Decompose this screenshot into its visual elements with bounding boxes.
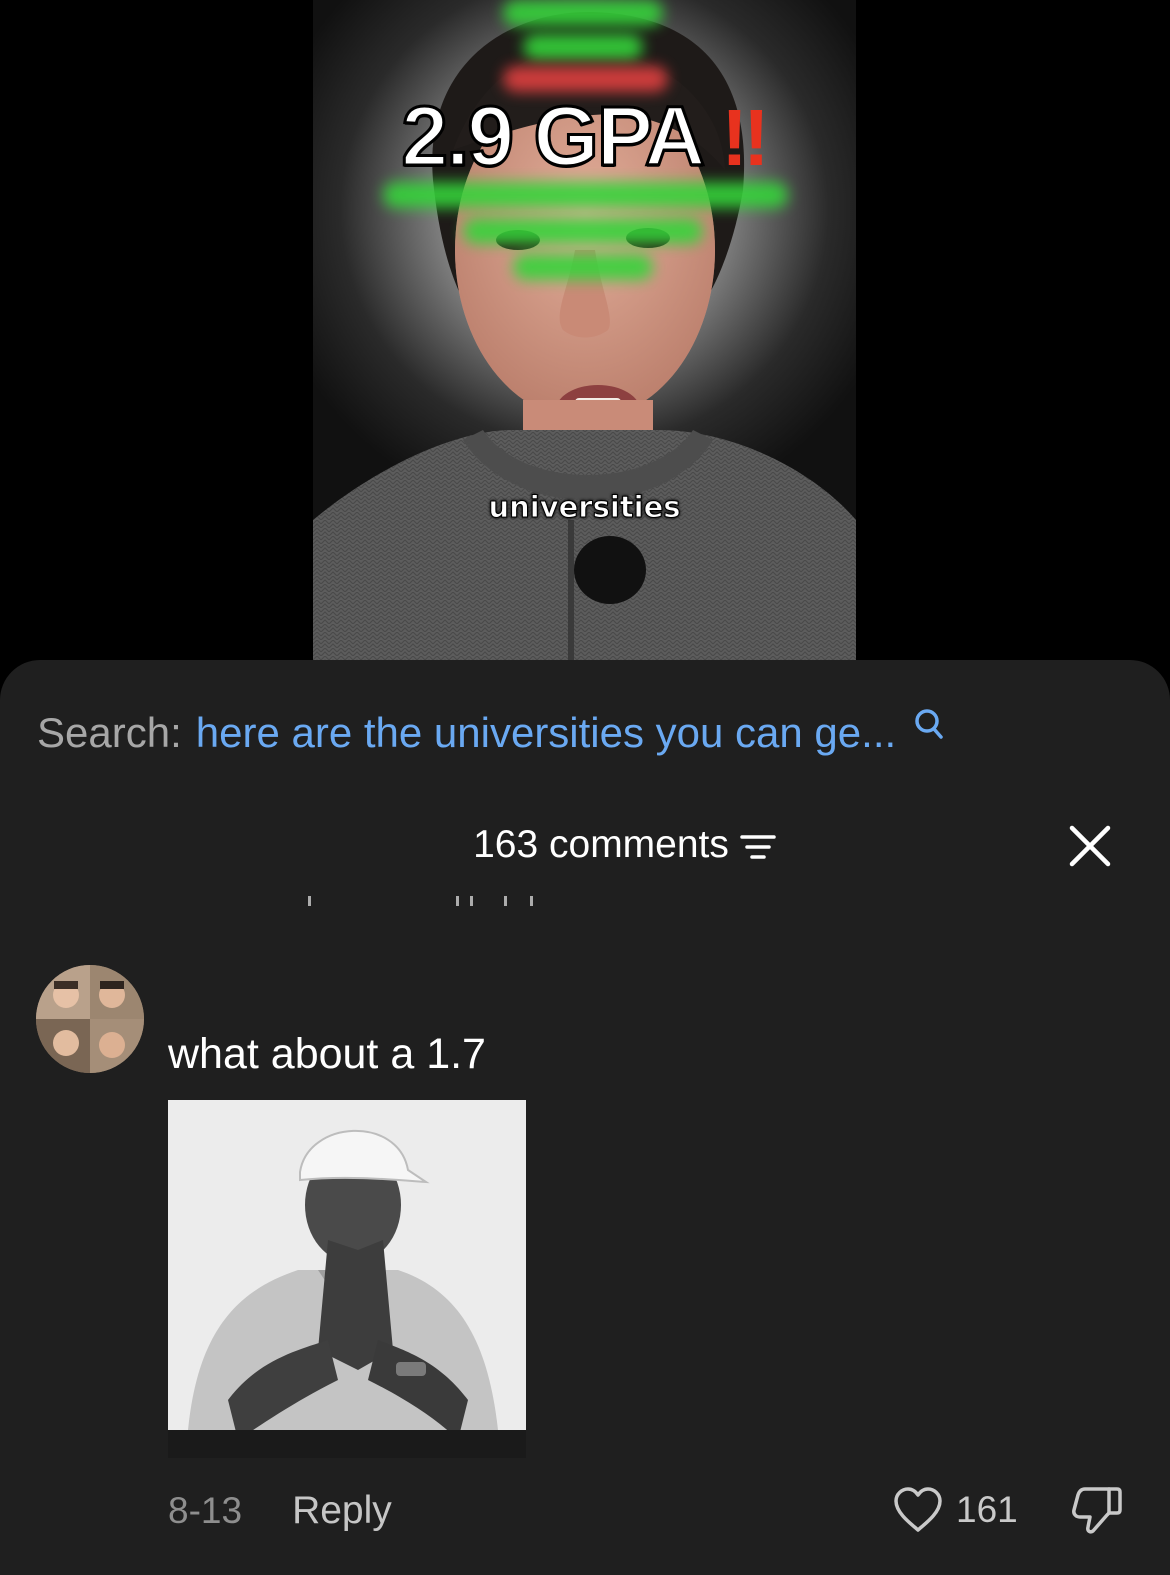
like-count: 161 [956, 1489, 1018, 1530]
video-caption: universities [488, 490, 681, 525]
video-overlay-title: 2.9 GPA ‼ [313, 88, 856, 185]
comment-meta: 8-13 Reply [168, 1486, 392, 1536]
reply-button[interactable]: Reply [292, 1489, 392, 1533]
heart-icon [894, 1487, 942, 1532]
blurred-text [513, 254, 653, 280]
search-suggestion[interactable]: Search: here are the universities you ca… [37, 708, 944, 758]
dislike-button[interactable] [1068, 1480, 1126, 1538]
sort-icon[interactable] [739, 832, 777, 862]
close-button[interactable] [1068, 824, 1112, 868]
comments-header: 163 comments [0, 820, 1170, 870]
video-frame[interactable]: 2.9 GPA ‼ universities [313, 0, 856, 700]
search-label: Search: [37, 709, 182, 756]
comment-text: what about a 1.7 [168, 1030, 486, 1078]
like-button[interactable]: 161 [892, 1482, 1018, 1538]
blurred-text [523, 34, 643, 60]
scrolled-comment-remnant [290, 896, 550, 906]
thumbs-down-icon [1072, 1487, 1122, 1534]
comments-sheet: Search: here are the universities you ca… [0, 660, 1170, 1575]
blurred-text [383, 182, 788, 208]
search-icon[interactable] [914, 708, 944, 740]
comment-photo[interactable] [168, 1100, 526, 1458]
avatar[interactable] [36, 965, 144, 1073]
video-player[interactable]: 2.9 GPA ‼ universities [0, 0, 1170, 700]
gpa-text: 2.9 GPA [400, 88, 707, 185]
blurred-text [503, 0, 663, 26]
blurred-text [463, 218, 703, 244]
comment-date: 8-13 [168, 1490, 243, 1531]
search-query-link[interactable]: here are the universities you can ge... [196, 709, 896, 757]
comments-count: 163 comments [473, 823, 729, 866]
double-exclamation-icon: ‼ [721, 93, 769, 182]
comment-item: what about a 1.7 8-13 Reply 161 [0, 960, 1170, 1575]
close-icon [1069, 825, 1111, 867]
